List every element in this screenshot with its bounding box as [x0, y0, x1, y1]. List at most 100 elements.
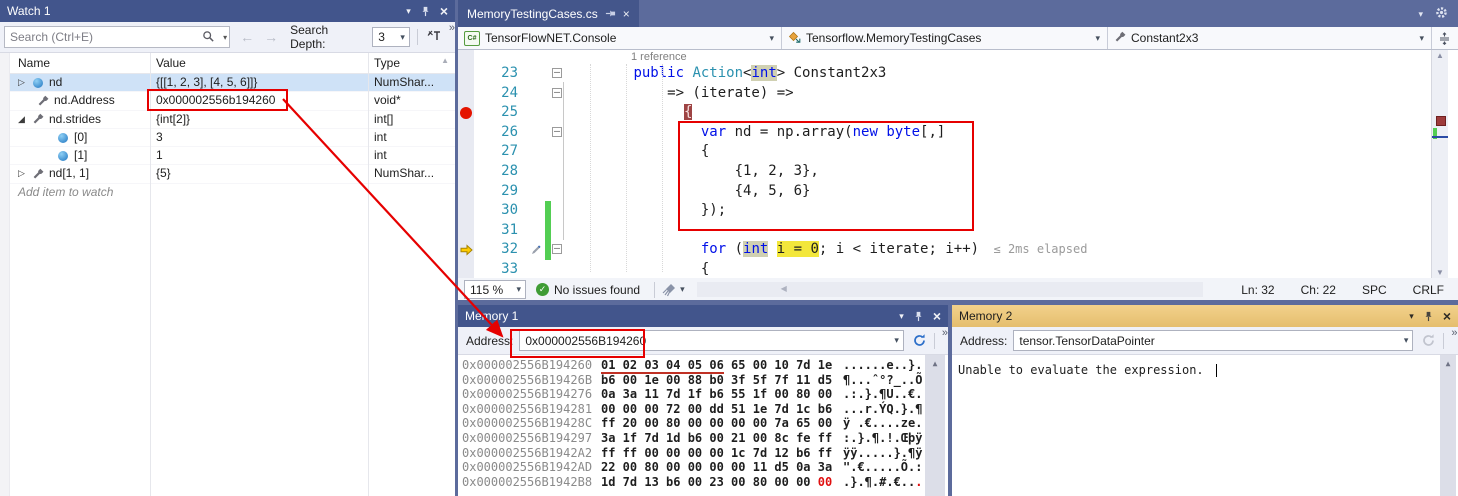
address-input[interactable]: tensor.TensorDataPointer ▾ — [1013, 330, 1413, 351]
fold-margin[interactable] — [552, 162, 566, 182]
collapse-icon[interactable]: – — [552, 244, 562, 254]
refresh-icon[interactable] — [912, 333, 927, 348]
breakpoint-icon[interactable] — [460, 107, 472, 119]
column-header-name[interactable]: Name — [0, 53, 150, 73]
code-line[interactable]: 23– public Action<int> Constant2x3 — [458, 64, 1458, 84]
pin-icon[interactable] — [420, 6, 431, 17]
pin-values-icon[interactable] — [427, 29, 442, 46]
close-icon[interactable]: × — [623, 7, 630, 21]
fold-margin[interactable]: – — [552, 123, 566, 143]
expander-expanded-icon[interactable]: ◢ — [18, 111, 31, 128]
breakpoint-margin[interactable] — [458, 201, 474, 221]
issues-status[interactable]: No issues found — [554, 283, 640, 297]
memory-row[interactable]: 0x000002556B1942973a 1f 7d 1d b6 00 21 0… — [458, 431, 948, 446]
toolbar-overflow-icon[interactable]: » — [942, 327, 948, 340]
memory1-titlebar[interactable]: Memory 1 ▾ × — [458, 305, 948, 327]
memory-row[interactable]: 0x000002556B1942A2ff ff 00 00 00 00 1c 7… — [458, 446, 948, 461]
search-input[interactable] — [5, 30, 229, 44]
health-check-icon[interactable]: ✓ — [536, 283, 549, 296]
memory-row[interactable]: 0x000002556B19428100 00 00 72 00 dd 51 1… — [458, 402, 948, 417]
breakpoint-margin[interactable] — [458, 182, 474, 202]
editor-scrollbar[interactable]: ▲ ▼ — [1431, 50, 1448, 278]
column-divider[interactable] — [150, 53, 151, 496]
close-icon[interactable]: × — [1443, 310, 1451, 322]
code-line[interactable]: 26– var nd = np.array(new byte[,] — [458, 123, 1458, 143]
watch-row[interactable]: ▷nd[1, 1]{5}NumShar... — [0, 165, 455, 183]
column-divider[interactable] — [368, 53, 369, 496]
memory1-scrollbar[interactable]: ▲ — [925, 355, 945, 496]
breakpoint-margin[interactable] — [458, 260, 474, 278]
member-dropdown[interactable]: Constant2x3 ▾ — [1108, 27, 1432, 49]
zoom-select[interactable]: 115 % ▾ — [464, 280, 526, 299]
toolbar-overflow-icon[interactable]: » — [1451, 327, 1457, 340]
watch-row[interactable]: nd.Address0x000002556b194260void* — [0, 92, 455, 110]
refresh-icon[interactable] — [1421, 333, 1436, 348]
gear-icon[interactable] — [1435, 6, 1448, 22]
breakpoint-margin[interactable] — [458, 142, 474, 162]
search-icon[interactable] — [202, 30, 215, 46]
scroll-left-icon[interactable]: ◀ — [781, 284, 787, 293]
memory-row[interactable]: 0x000002556B19428Cff 20 00 80 00 00 00 0… — [458, 416, 948, 431]
address-input[interactable]: 0x000002556B194260 ▾ — [519, 330, 904, 351]
fold-margin[interactable] — [552, 260, 566, 278]
fold-margin[interactable]: – — [552, 240, 566, 260]
fold-margin[interactable] — [552, 142, 566, 162]
window-position-icon[interactable]: ▾ — [1418, 9, 1423, 20]
back-icon[interactable]: ← — [240, 29, 254, 45]
chevron-down-icon[interactable]: ▾ — [680, 284, 685, 295]
code-line[interactable]: 30 }); — [458, 201, 1458, 221]
memory1-content[interactable]: 0x000002556B19426001 02 03 04 05 06 65 0… — [458, 355, 948, 496]
memory2-titlebar[interactable]: Memory 2 ▾ × — [952, 305, 1458, 327]
watch-row[interactable]: [1]1int — [0, 147, 455, 165]
status-spaces[interactable]: SPC — [1362, 283, 1387, 297]
breakpoint-margin[interactable] — [458, 221, 474, 241]
watch-row[interactable]: ▷nd{[[1, 2, 3], [4, 5, 6]]}NumShar... — [0, 74, 455, 92]
fold-margin[interactable]: – — [552, 84, 566, 104]
column-header-value[interactable]: Value — [150, 53, 368, 73]
code-line[interactable]: 32– for (int i = 0; i < iterate; i++) ≤ … — [458, 240, 1458, 260]
fold-margin[interactable]: – — [552, 64, 566, 84]
project-dropdown[interactable]: C# TensorFlowNET.Console ▾ — [458, 27, 782, 49]
memory2-scrollbar[interactable]: ▲ — [1440, 355, 1456, 496]
code-cleanup-icon[interactable] — [662, 283, 676, 297]
memory-row[interactable]: 0x000002556B1942B81d 7d 13 b6 00 23 00 8… — [458, 475, 948, 490]
breakpoint-margin[interactable] — [458, 103, 474, 123]
breakpoint-margin[interactable] — [458, 162, 474, 182]
code-line[interactable]: 31 — [458, 221, 1458, 241]
memory-row[interactable]: 0x000002556B19426Bb6 00 1e 00 88 b0 3f 5… — [458, 373, 948, 388]
code-line[interactable]: 29 {4, 5, 6} — [458, 182, 1458, 202]
expander-collapsed-icon[interactable]: ▷ — [18, 165, 31, 182]
breakpoint-margin[interactable] — [458, 64, 474, 84]
memory-row[interactable]: 0x000002556B19426001 02 03 04 05 06 65 0… — [458, 358, 948, 373]
expander-collapsed-icon[interactable]: ▷ — [18, 74, 31, 91]
fold-margin[interactable] — [552, 103, 566, 123]
forward-icon[interactable]: → — [264, 29, 278, 45]
breakpoint-margin[interactable] — [458, 123, 474, 143]
toolbar-overflow-icon[interactable]: » — [449, 22, 455, 35]
split-editor-button[interactable] — [1432, 27, 1457, 49]
scroll-up-icon[interactable]: ▲ — [1446, 359, 1451, 368]
status-line[interactable]: Ln: 32 — [1241, 283, 1274, 297]
pin-icon[interactable] — [605, 8, 616, 19]
scroll-up-icon[interactable]: ▲ — [1432, 51, 1448, 60]
code-line[interactable]: 33 { — [458, 260, 1458, 278]
memory-row[interactable]: 0x000002556B1942760a 3a 11 7d 1f b6 55 1… — [458, 387, 948, 402]
code-editor[interactable]: 1 reference23– public Action<int> Consta… — [458, 50, 1458, 278]
memory2-content[interactable]: Unable to evaluate the expression. ▲ — [952, 355, 1458, 496]
collapse-icon[interactable]: – — [552, 68, 562, 78]
status-line-ending[interactable]: CRLF — [1413, 283, 1444, 297]
horizontal-scrollbar[interactable]: ◀ — [697, 282, 1204, 297]
close-icon[interactable]: × — [440, 5, 448, 17]
search-options-caret-icon[interactable]: ▾ — [223, 33, 227, 42]
breakpoint-margin[interactable] — [458, 240, 474, 260]
watch-row[interactable]: [0]3int — [0, 129, 455, 147]
code-line[interactable]: 27 { — [458, 142, 1458, 162]
code-line[interactable]: 28 {1, 2, 3}, — [458, 162, 1458, 182]
breakpoint-margin[interactable] — [458, 84, 474, 104]
pin-icon[interactable] — [1423, 311, 1434, 322]
add-watch-item[interactable]: Add item to watch — [0, 184, 455, 201]
collapse-icon[interactable]: – — [552, 127, 562, 137]
tab-memorytestingcases[interactable]: MemoryTestingCases.cs × — [458, 0, 639, 27]
pin-icon[interactable] — [913, 311, 924, 322]
search-depth-select[interactable]: 3 ▾ — [372, 27, 410, 47]
